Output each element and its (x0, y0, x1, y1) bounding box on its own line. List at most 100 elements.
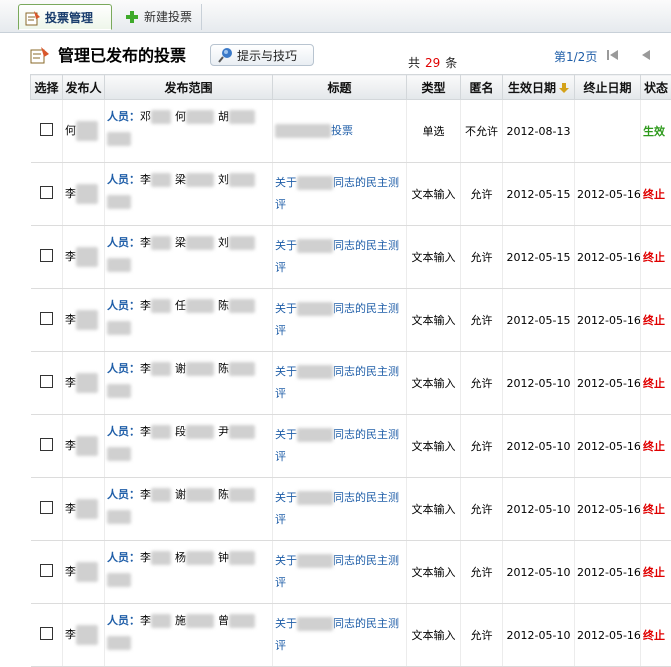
redacted-text (186, 614, 214, 628)
redacted-text (76, 373, 98, 393)
col-start-date[interactable]: 生效日期 (503, 75, 575, 100)
publisher-cell: 李 (63, 415, 105, 478)
table-row[interactable]: 李人员：李梁刘关于同志的民主测评文本输入允许2012-05-152012-05-… (31, 226, 671, 289)
vote-title-link[interactable]: 关于同志的民主测评 (275, 617, 399, 652)
row-checkbox[interactable] (40, 501, 53, 514)
tab-new-vote[interactable]: 新建投票 (118, 4, 202, 30)
status-cell: 终止 (641, 226, 671, 289)
vote-title-link[interactable]: 关于同志的民主测评 (275, 239, 399, 274)
row-checkbox[interactable] (40, 312, 53, 325)
end-date-cell: 2012-05-16 (575, 352, 641, 415)
first-page-icon[interactable] (606, 48, 620, 62)
table-row[interactable]: 李人员：李杨钟关于同志的民主测评文本输入允许2012-05-102012-05-… (31, 541, 671, 604)
row-select-cell (31, 415, 63, 478)
status-badge: 终止 (643, 314, 665, 327)
vote-title-link[interactable]: 投票 (275, 124, 353, 137)
row-checkbox[interactable] (40, 249, 53, 262)
publisher-cell: 李 (63, 541, 105, 604)
table-row[interactable]: 李人员：李施曾关于同志的民主测评文本输入允许2012-05-102012-05-… (31, 604, 671, 667)
scope-person: 李 (140, 614, 151, 627)
title-suffix: 投票 (331, 124, 353, 137)
title-cell: 关于同志的民主测评 (273, 415, 407, 478)
row-checkbox[interactable] (40, 123, 53, 136)
sort-down-icon[interactable] (559, 83, 569, 93)
redacted-text (151, 173, 171, 187)
table-row[interactable]: 李人员：李段尹关于同志的民主测评文本输入允许2012-05-102012-05-… (31, 415, 671, 478)
publisher-name: 李 (65, 502, 76, 515)
scope-person: 何 (175, 110, 186, 123)
redacted-text (297, 176, 333, 190)
title-prefix: 关于 (275, 617, 297, 630)
table-row[interactable]: 何人员：邓何胡投票单选不允许2012-08-13生效 (31, 100, 671, 163)
end-date-cell (575, 100, 641, 163)
col-title[interactable]: 标题 (273, 75, 407, 100)
scope-cell: 人员：李杨钟 (105, 541, 273, 604)
scope-cell: 人员：李梁刘 (105, 226, 273, 289)
plus-icon (124, 9, 140, 25)
table-row[interactable]: 李人员：李梁刘关于同志的民主测评文本输入允许2012-05-152012-05-… (31, 163, 671, 226)
redacted-text (151, 425, 171, 439)
tab-label: 新建投票 (144, 10, 192, 24)
redacted-text (76, 499, 98, 519)
row-checkbox[interactable] (40, 186, 53, 199)
row-checkbox[interactable] (40, 627, 53, 640)
end-date-cell: 2012-05-16 (575, 541, 641, 604)
redacted-text (229, 488, 255, 502)
scope-person: 段 (175, 425, 186, 438)
redacted-text (107, 573, 131, 587)
redacted-text (297, 554, 333, 568)
redacted-text (151, 362, 171, 376)
table-row[interactable]: 李人员：李任陈关于同志的民主测评文本输入允许2012-05-152012-05-… (31, 289, 671, 352)
redacted-text (151, 551, 171, 565)
anonymous-cell: 允许 (461, 604, 503, 667)
col-scope[interactable]: 发布范围 (105, 75, 273, 100)
col-status[interactable]: 状态 (641, 75, 671, 100)
table-header-row: 选择 发布人 发布范围 标题 类型 匿名 生效日期 终止日期 状态 (31, 75, 671, 100)
vote-title-link[interactable]: 关于同志的民主测评 (275, 365, 399, 400)
end-date-cell: 2012-05-16 (575, 604, 641, 667)
scope-cell: 人员：邓何胡 (105, 100, 273, 163)
row-checkbox[interactable] (40, 564, 53, 577)
title-prefix: 关于 (275, 239, 297, 252)
table-row[interactable]: 李人员：李谢陈关于同志的民主测评文本输入允许2012-05-102012-05-… (31, 352, 671, 415)
row-select-cell (31, 541, 63, 604)
title-prefix: 关于 (275, 176, 297, 189)
vote-table: 选择 发布人 发布范围 标题 类型 匿名 生效日期 终止日期 状态 何人员：邓何… (30, 74, 671, 667)
tips-button[interactable]: 提示与技巧 (210, 44, 314, 66)
redacted-text (107, 132, 131, 146)
tab-vote-management[interactable]: 投票管理 (18, 4, 112, 30)
status-cell: 终止 (641, 163, 671, 226)
row-checkbox[interactable] (40, 375, 53, 388)
scope-label: 人员： (107, 362, 140, 375)
status-badge: 终止 (643, 503, 665, 516)
col-anonymous[interactable]: 匿名 (461, 75, 503, 100)
redacted-text (151, 614, 171, 628)
vote-title-link[interactable]: 关于同志的民主测评 (275, 176, 399, 211)
end-date-cell: 2012-05-16 (575, 289, 641, 352)
scope-cell: 人员：李梁刘 (105, 163, 273, 226)
publisher-name: 李 (65, 628, 76, 641)
col-publisher[interactable]: 发布人 (63, 75, 105, 100)
redacted-text (297, 239, 333, 253)
row-select-cell (31, 226, 63, 289)
scope-label: 人员： (107, 614, 140, 627)
vote-title-link[interactable]: 关于同志的民主测评 (275, 554, 399, 589)
publisher-name: 何 (65, 124, 76, 137)
vote-title-link[interactable]: 关于同志的民主测评 (275, 302, 399, 337)
vote-title-link[interactable]: 关于同志的民主测评 (275, 491, 399, 526)
redacted-text (229, 614, 255, 628)
col-type[interactable]: 类型 (407, 75, 461, 100)
redacted-text (151, 236, 171, 250)
redacted-text (297, 365, 333, 379)
table-row[interactable]: 李人员：李谢陈关于同志的民主测评文本输入允许2012-05-102012-05-… (31, 478, 671, 541)
scope-person: 陈 (218, 488, 229, 501)
row-checkbox[interactable] (40, 438, 53, 451)
col-end-date[interactable]: 终止日期 (575, 75, 641, 100)
prev-page-icon[interactable] (640, 48, 652, 62)
redacted-text (229, 551, 255, 565)
type-cell: 文本输入 (407, 415, 461, 478)
scope-person: 谢 (175, 362, 186, 375)
status-badge: 终止 (643, 251, 665, 264)
title-cell: 关于同志的民主测评 (273, 352, 407, 415)
vote-title-link[interactable]: 关于同志的民主测评 (275, 428, 399, 463)
